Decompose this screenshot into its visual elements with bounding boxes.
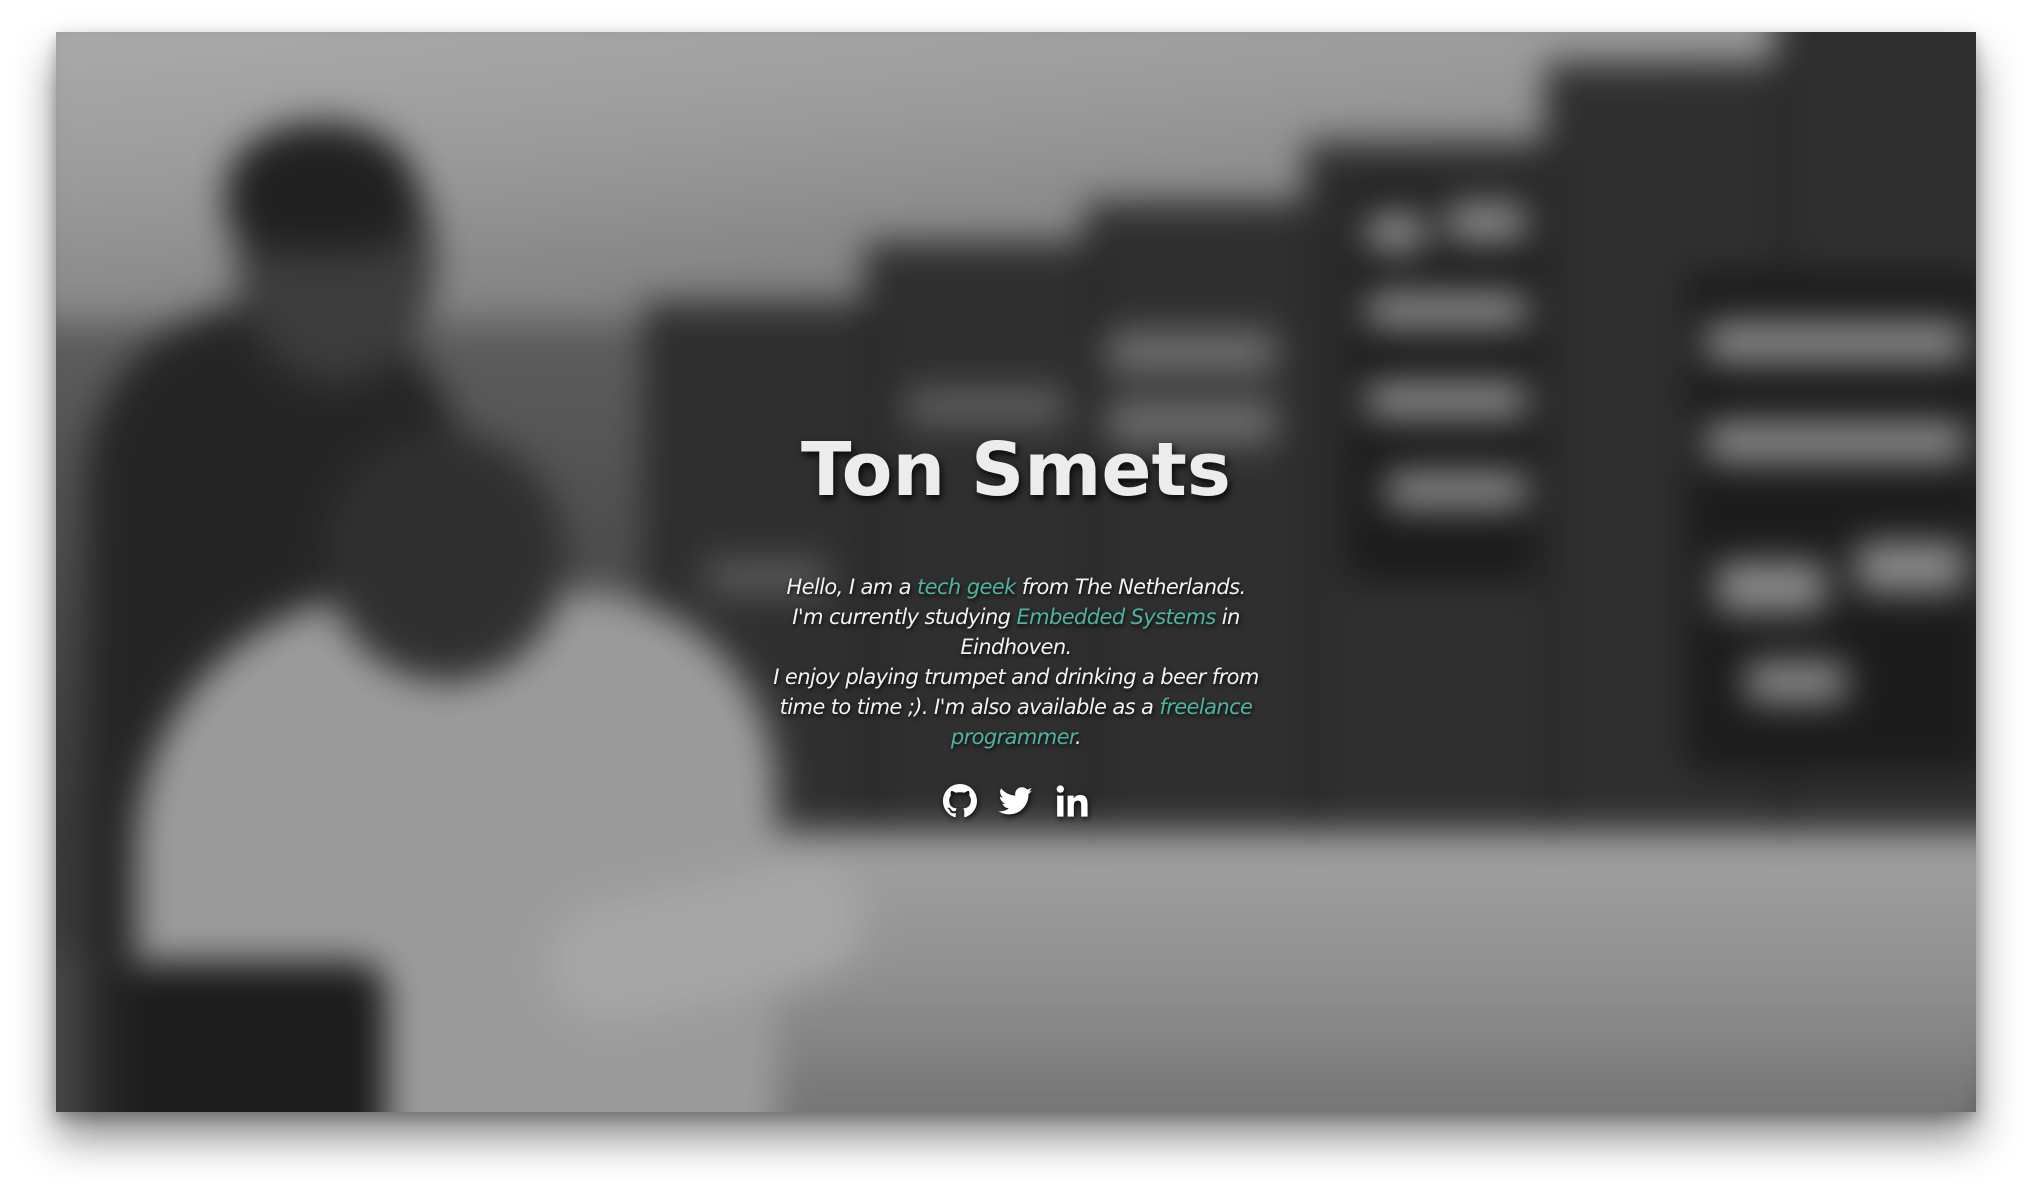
social-links: [56, 784, 1976, 818]
page-title: Ton Smets: [801, 427, 1231, 513]
bio-text: Hello, I am a tech geek from The Netherl…: [773, 575, 1259, 749]
twitter-link[interactable]: [999, 784, 1033, 818]
embedded-systems-link[interactable]: Embedded Systems: [1016, 605, 1216, 629]
linkedin-link[interactable]: [1055, 784, 1089, 818]
linkedin-icon: [1056, 785, 1088, 817]
github-link[interactable]: [943, 784, 977, 818]
browser-window: Ton Smets Hello, I am a tech geek from T…: [56, 32, 1976, 1112]
twitter-icon: [999, 787, 1033, 815]
github-icon: [943, 784, 977, 818]
tech-geek-link[interactable]: tech geek: [917, 575, 1016, 599]
